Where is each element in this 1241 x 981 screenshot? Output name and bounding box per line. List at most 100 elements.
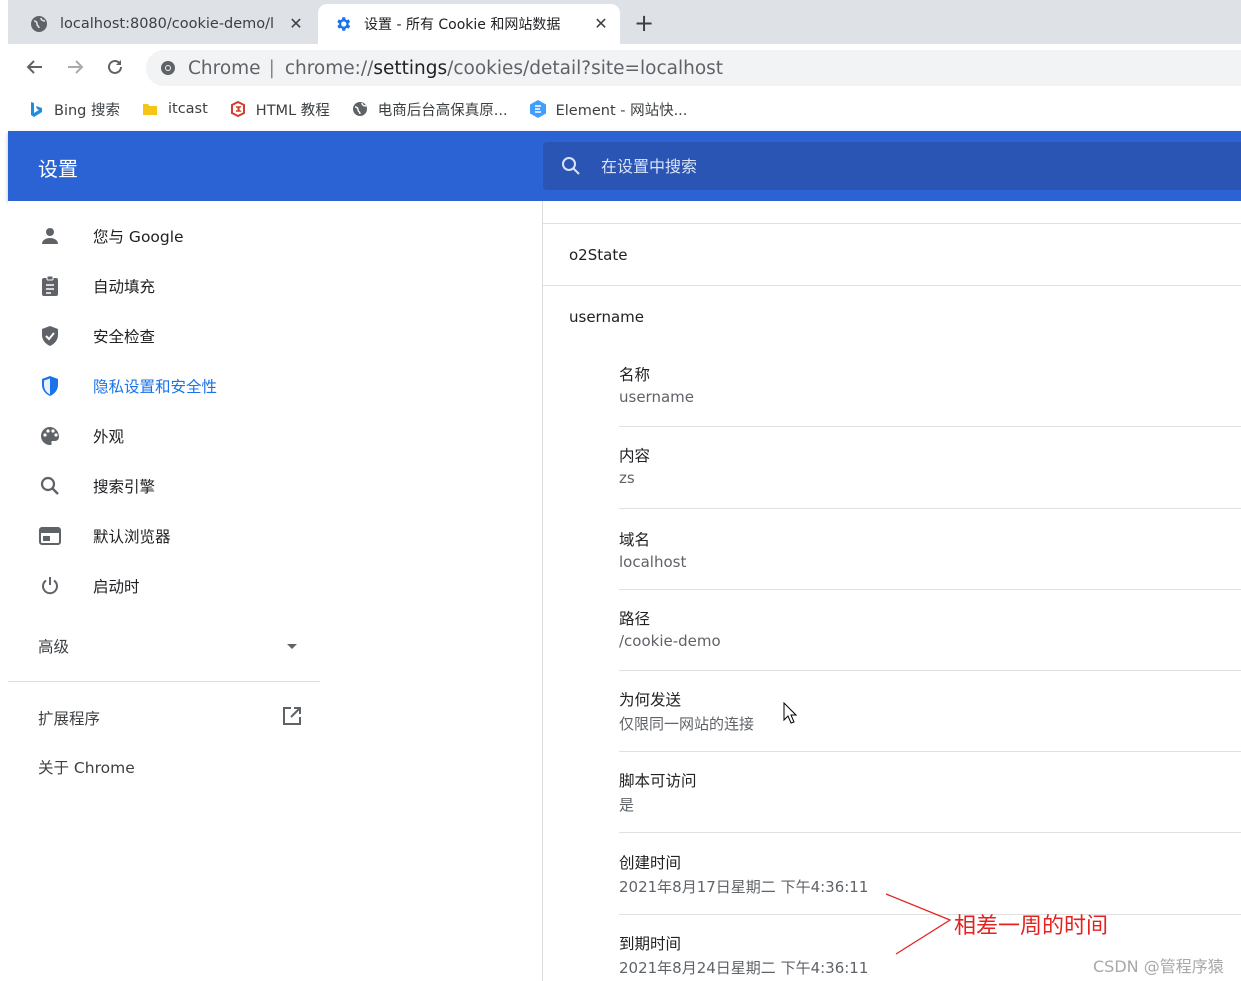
sidebar-item-on-startup[interactable]: 启动时 bbox=[8, 564, 320, 608]
bookmark-html-tutorial[interactable]: HTML 教程 bbox=[230, 99, 330, 120]
back-button[interactable] bbox=[22, 54, 48, 80]
omnibox-url: chrome://settings/cookies/detail?site=lo… bbox=[284, 57, 724, 79]
chrome-logo-icon bbox=[158, 58, 178, 78]
power-icon bbox=[38, 574, 62, 598]
arrow-left-icon bbox=[26, 60, 42, 74]
sidebar-item-label: 启动时 bbox=[93, 578, 140, 596]
sidebar-item-safety-check[interactable]: 安全检查 bbox=[8, 314, 320, 358]
advanced-toggle[interactable]: 高级 bbox=[38, 633, 298, 659]
sidebar-divider bbox=[8, 681, 320, 682]
cookie-row-o2state[interactable]: o2State bbox=[569, 246, 627, 264]
tab-settings[interactable]: 设置 - 所有 Cookie 和网站数据 ✕ bbox=[318, 4, 620, 44]
divider bbox=[543, 223, 1241, 224]
tab-strip: localhost:8080/cookie-demo/l ✕ 设置 - 所有 C… bbox=[8, 0, 1241, 44]
field-label: 域名 bbox=[619, 531, 651, 549]
search-icon bbox=[559, 154, 583, 178]
divider bbox=[619, 670, 1241, 671]
page-title: 设置 bbox=[38, 157, 78, 181]
sidebar-item-default-browser[interactable]: 默认浏览器 bbox=[8, 514, 320, 558]
sidebar-item-label: 外观 bbox=[93, 428, 125, 446]
globe-icon bbox=[30, 15, 48, 33]
sidebar-item-appearance[interactable]: 外观 bbox=[8, 414, 320, 458]
runoob-icon bbox=[230, 101, 246, 117]
field-label: 内容 bbox=[619, 447, 651, 465]
bing-icon bbox=[28, 101, 44, 117]
cookie-field-path: 路径 /cookie-demo bbox=[619, 607, 1241, 650]
cookie-detail-panel: o2State username 名称 username 内容 zs 域名 lo… bbox=[542, 201, 1241, 981]
element-icon bbox=[529, 100, 546, 118]
sidebar-item-you-and-google[interactable]: 您与 Google bbox=[8, 214, 320, 258]
omnibox-chip: Chrome bbox=[188, 57, 261, 79]
cookie-row-username[interactable]: username bbox=[569, 308, 644, 326]
globe-icon bbox=[352, 101, 368, 117]
sidebar-item-privacy[interactable]: 隐私设置和安全性 bbox=[8, 364, 320, 408]
clipboard-icon bbox=[38, 274, 62, 298]
sidebar-item-label: 安全检查 bbox=[93, 328, 156, 346]
cookie-field-domain: 域名 localhost bbox=[619, 528, 1241, 571]
new-tab-button[interactable]: + bbox=[632, 11, 656, 36]
close-tab-icon[interactable]: ✕ bbox=[287, 15, 305, 33]
shield-check-icon bbox=[38, 324, 62, 348]
watermark: CSDN @管程序猿 bbox=[1093, 957, 1224, 976]
bookmark-ecommerce[interactable]: 电商后台高保真原... bbox=[352, 99, 508, 120]
reload-button[interactable] bbox=[102, 54, 128, 80]
field-label: 名称 bbox=[619, 366, 651, 384]
sidebar-item-label: 隐私设置和安全性 bbox=[93, 378, 218, 396]
extensions-link[interactable]: 扩展程序 bbox=[38, 704, 302, 732]
field-label: 为何发送 bbox=[619, 691, 682, 709]
arrow-right-icon bbox=[68, 60, 84, 74]
field-value: /cookie-demo bbox=[619, 632, 721, 650]
person-icon bbox=[38, 224, 62, 248]
bookmark-element[interactable]: Element - 网站快... bbox=[529, 99, 687, 120]
divider bbox=[619, 426, 1241, 427]
tab-title: localhost:8080/cookie-demo/l bbox=[60, 16, 275, 32]
settings-sidebar: 您与 Google 自动填充 安全检查 隐私设置和安全性 外观 搜索引擎 默认浏… bbox=[8, 201, 542, 981]
divider bbox=[619, 589, 1241, 590]
bookmarks-bar: Bing 搜索 itcast HTML 教程 电商后台高保真原... Eleme… bbox=[8, 90, 1241, 128]
settings-search-input[interactable] bbox=[601, 156, 1201, 176]
open-in-new-icon bbox=[282, 706, 302, 730]
cookie-field-send-for: 为何发送 仅限同一网站的连接 bbox=[619, 688, 1241, 734]
settings-header: 设置 bbox=[8, 131, 1241, 201]
divider bbox=[619, 508, 1241, 509]
field-value: username bbox=[619, 388, 694, 406]
sidebar-item-label: 默认浏览器 bbox=[93, 528, 171, 546]
omnibox-separator: | bbox=[268, 57, 275, 79]
cookie-field-content: 内容 zs bbox=[619, 444, 1241, 487]
settings-search[interactable] bbox=[543, 142, 1241, 190]
bookmark-itcast[interactable]: itcast bbox=[142, 101, 208, 117]
sidebar-item-label: 搜索引擎 bbox=[93, 478, 156, 496]
toolbar: Chrome | chrome://settings/cookies/detai… bbox=[8, 44, 1241, 90]
chevron-down-icon bbox=[286, 637, 298, 655]
field-label: 脚本可访问 bbox=[619, 772, 697, 790]
search-icon bbox=[38, 474, 62, 498]
omnibox[interactable]: Chrome | chrome://settings/cookies/detai… bbox=[146, 50, 1241, 86]
about-chrome-link[interactable]: 关于 Chrome bbox=[38, 756, 135, 778]
divider bbox=[619, 751, 1241, 752]
field-value: 是 bbox=[619, 796, 635, 814]
field-value: localhost bbox=[619, 553, 687, 571]
gear-icon bbox=[334, 15, 352, 33]
reload-icon bbox=[108, 59, 122, 74]
cookie-field-script-accessible: 脚本可访问 是 bbox=[619, 769, 1241, 815]
bookmark-bing[interactable]: Bing 搜索 bbox=[28, 99, 120, 120]
field-label: 创建时间 bbox=[619, 854, 682, 872]
browser-window-icon bbox=[38, 524, 62, 548]
sidebar-item-autofill[interactable]: 自动填充 bbox=[8, 264, 320, 308]
sidebar-item-search-engine[interactable]: 搜索引擎 bbox=[8, 464, 320, 508]
tab-title: 设置 - 所有 Cookie 和网站数据 bbox=[364, 17, 561, 33]
folder-icon bbox=[142, 101, 158, 117]
extensions-label: 扩展程序 bbox=[38, 710, 101, 728]
tab-cookie-demo[interactable]: localhost:8080/cookie-demo/l ✕ bbox=[8, 4, 315, 44]
field-value: 仅限同一网站的连接 bbox=[619, 715, 755, 733]
close-tab-icon[interactable]: ✕ bbox=[592, 15, 610, 33]
mouse-cursor-icon bbox=[783, 702, 797, 724]
field-value: zs bbox=[619, 469, 635, 487]
divider bbox=[543, 285, 1241, 286]
forward-button[interactable] bbox=[62, 54, 88, 80]
sidebar-item-label: 您与 Google bbox=[93, 228, 184, 246]
annotation-bracket bbox=[885, 893, 952, 955]
browser-window: localhost:8080/cookie-demo/l ✕ 设置 - 所有 C… bbox=[0, 0, 1241, 981]
cookie-field-name: 名称 username bbox=[619, 363, 1241, 406]
field-label: 路径 bbox=[619, 610, 651, 628]
